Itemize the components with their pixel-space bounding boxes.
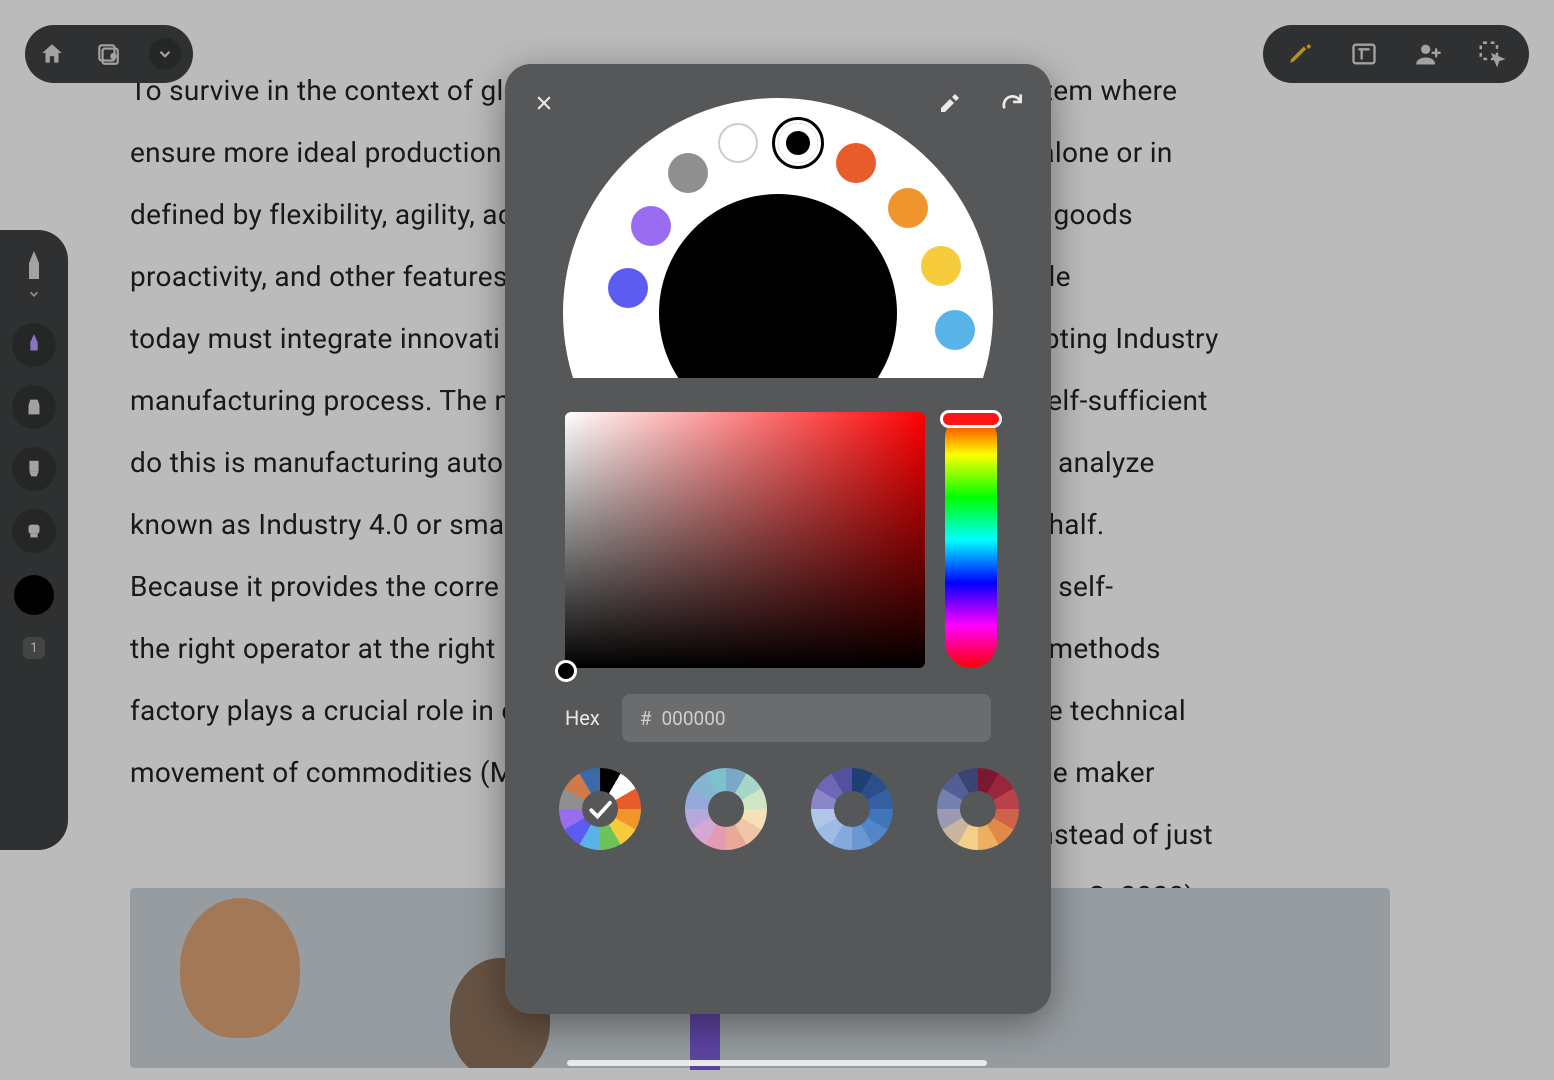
arc-swatch[interactable] xyxy=(668,153,708,193)
pen-toolbar: 1 xyxy=(0,230,68,850)
arc-swatch[interactable] xyxy=(921,246,961,286)
eraser-tool-button[interactable] xyxy=(12,509,56,553)
hue-slider[interactable] xyxy=(945,412,997,668)
palette-blue[interactable] xyxy=(811,768,893,850)
arc-swatch[interactable] xyxy=(778,123,818,163)
undo-icon[interactable] xyxy=(995,86,1029,120)
sv-thumb[interactable] xyxy=(555,660,577,682)
marker-tool-button[interactable] xyxy=(12,385,56,429)
pen-nib-icon[interactable] xyxy=(19,248,49,284)
current-color-swatch[interactable] xyxy=(14,575,54,615)
gallery-icon[interactable] xyxy=(93,39,123,69)
top-right-toolbar xyxy=(1263,25,1529,83)
arc-swatch[interactable] xyxy=(836,143,876,183)
hue-thumb[interactable] xyxy=(940,410,1002,428)
close-icon[interactable] xyxy=(527,86,561,120)
arc-swatch[interactable] xyxy=(718,123,758,163)
expand-toolbar-button[interactable] xyxy=(149,38,181,70)
home-icon[interactable] xyxy=(37,39,67,69)
palette-pastel[interactable] xyxy=(685,768,767,850)
top-left-toolbar xyxy=(25,25,193,83)
hex-value: 000000 xyxy=(662,707,726,730)
palette-sunset[interactable] xyxy=(937,768,1019,850)
home-indicator xyxy=(567,1060,987,1066)
page-scroll-track[interactable] xyxy=(31,673,37,834)
color-picker-dialog: Hex # 000000 xyxy=(505,64,1051,1014)
check-icon xyxy=(559,768,641,850)
chevron-down-icon[interactable] xyxy=(27,286,41,305)
select-tool-icon[interactable] xyxy=(1477,39,1507,69)
saturation-value-picker[interactable] xyxy=(565,412,925,668)
arc-swatch[interactable] xyxy=(888,188,928,228)
hex-label: Hex xyxy=(565,706,600,730)
highlighter-tool-button[interactable] xyxy=(12,447,56,491)
page-number-badge[interactable]: 1 xyxy=(23,637,45,659)
arc-swatch[interactable] xyxy=(608,268,648,308)
text-style-icon[interactable] xyxy=(1349,39,1379,69)
arc-swatch[interactable] xyxy=(935,310,975,350)
hex-input[interactable]: # 000000 xyxy=(622,694,991,742)
palette-row xyxy=(559,768,1019,850)
share-person-icon[interactable] xyxy=(1413,39,1443,69)
more-options-icon[interactable] xyxy=(764,10,791,15)
arc-swatch[interactable] xyxy=(631,206,671,246)
hex-hash: # xyxy=(640,707,652,730)
pen-tool-button[interactable] xyxy=(12,323,56,367)
palette-default[interactable] xyxy=(559,768,641,850)
highlighter-icon[interactable] xyxy=(1285,39,1315,69)
color-arc-palette xyxy=(563,98,993,378)
